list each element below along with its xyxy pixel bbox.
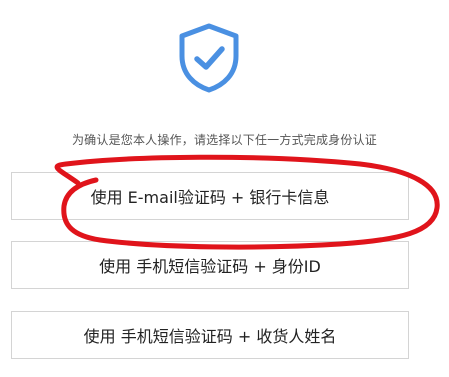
identity-verification-page: 为确认是您本人操作，请选择以下任一方式完成身份认证 使用 E-mail验证码 +… bbox=[0, 0, 449, 377]
option-label: 使用 手机短信验证码 + 收货人姓名 bbox=[83, 327, 337, 346]
option-sms-recipient-name-button[interactable]: 使用 手机短信验证码 + 收货人姓名 bbox=[11, 311, 409, 359]
option-sms-id-button[interactable]: 使用 手机短信验证码 + 身份ID bbox=[11, 241, 409, 289]
option-label: 使用 手机短信验证码 + 身份ID bbox=[99, 257, 321, 276]
verification-prompt: 为确认是您本人操作，请选择以下任一方式完成身份认证 bbox=[71, 133, 377, 147]
option-label: 使用 E-mail验证码 + 银行卡信息 bbox=[90, 188, 330, 207]
option-email-bankcard-button[interactable]: 使用 E-mail验证码 + 银行卡信息 bbox=[11, 172, 409, 220]
shield-check-icon bbox=[179, 23, 239, 93]
